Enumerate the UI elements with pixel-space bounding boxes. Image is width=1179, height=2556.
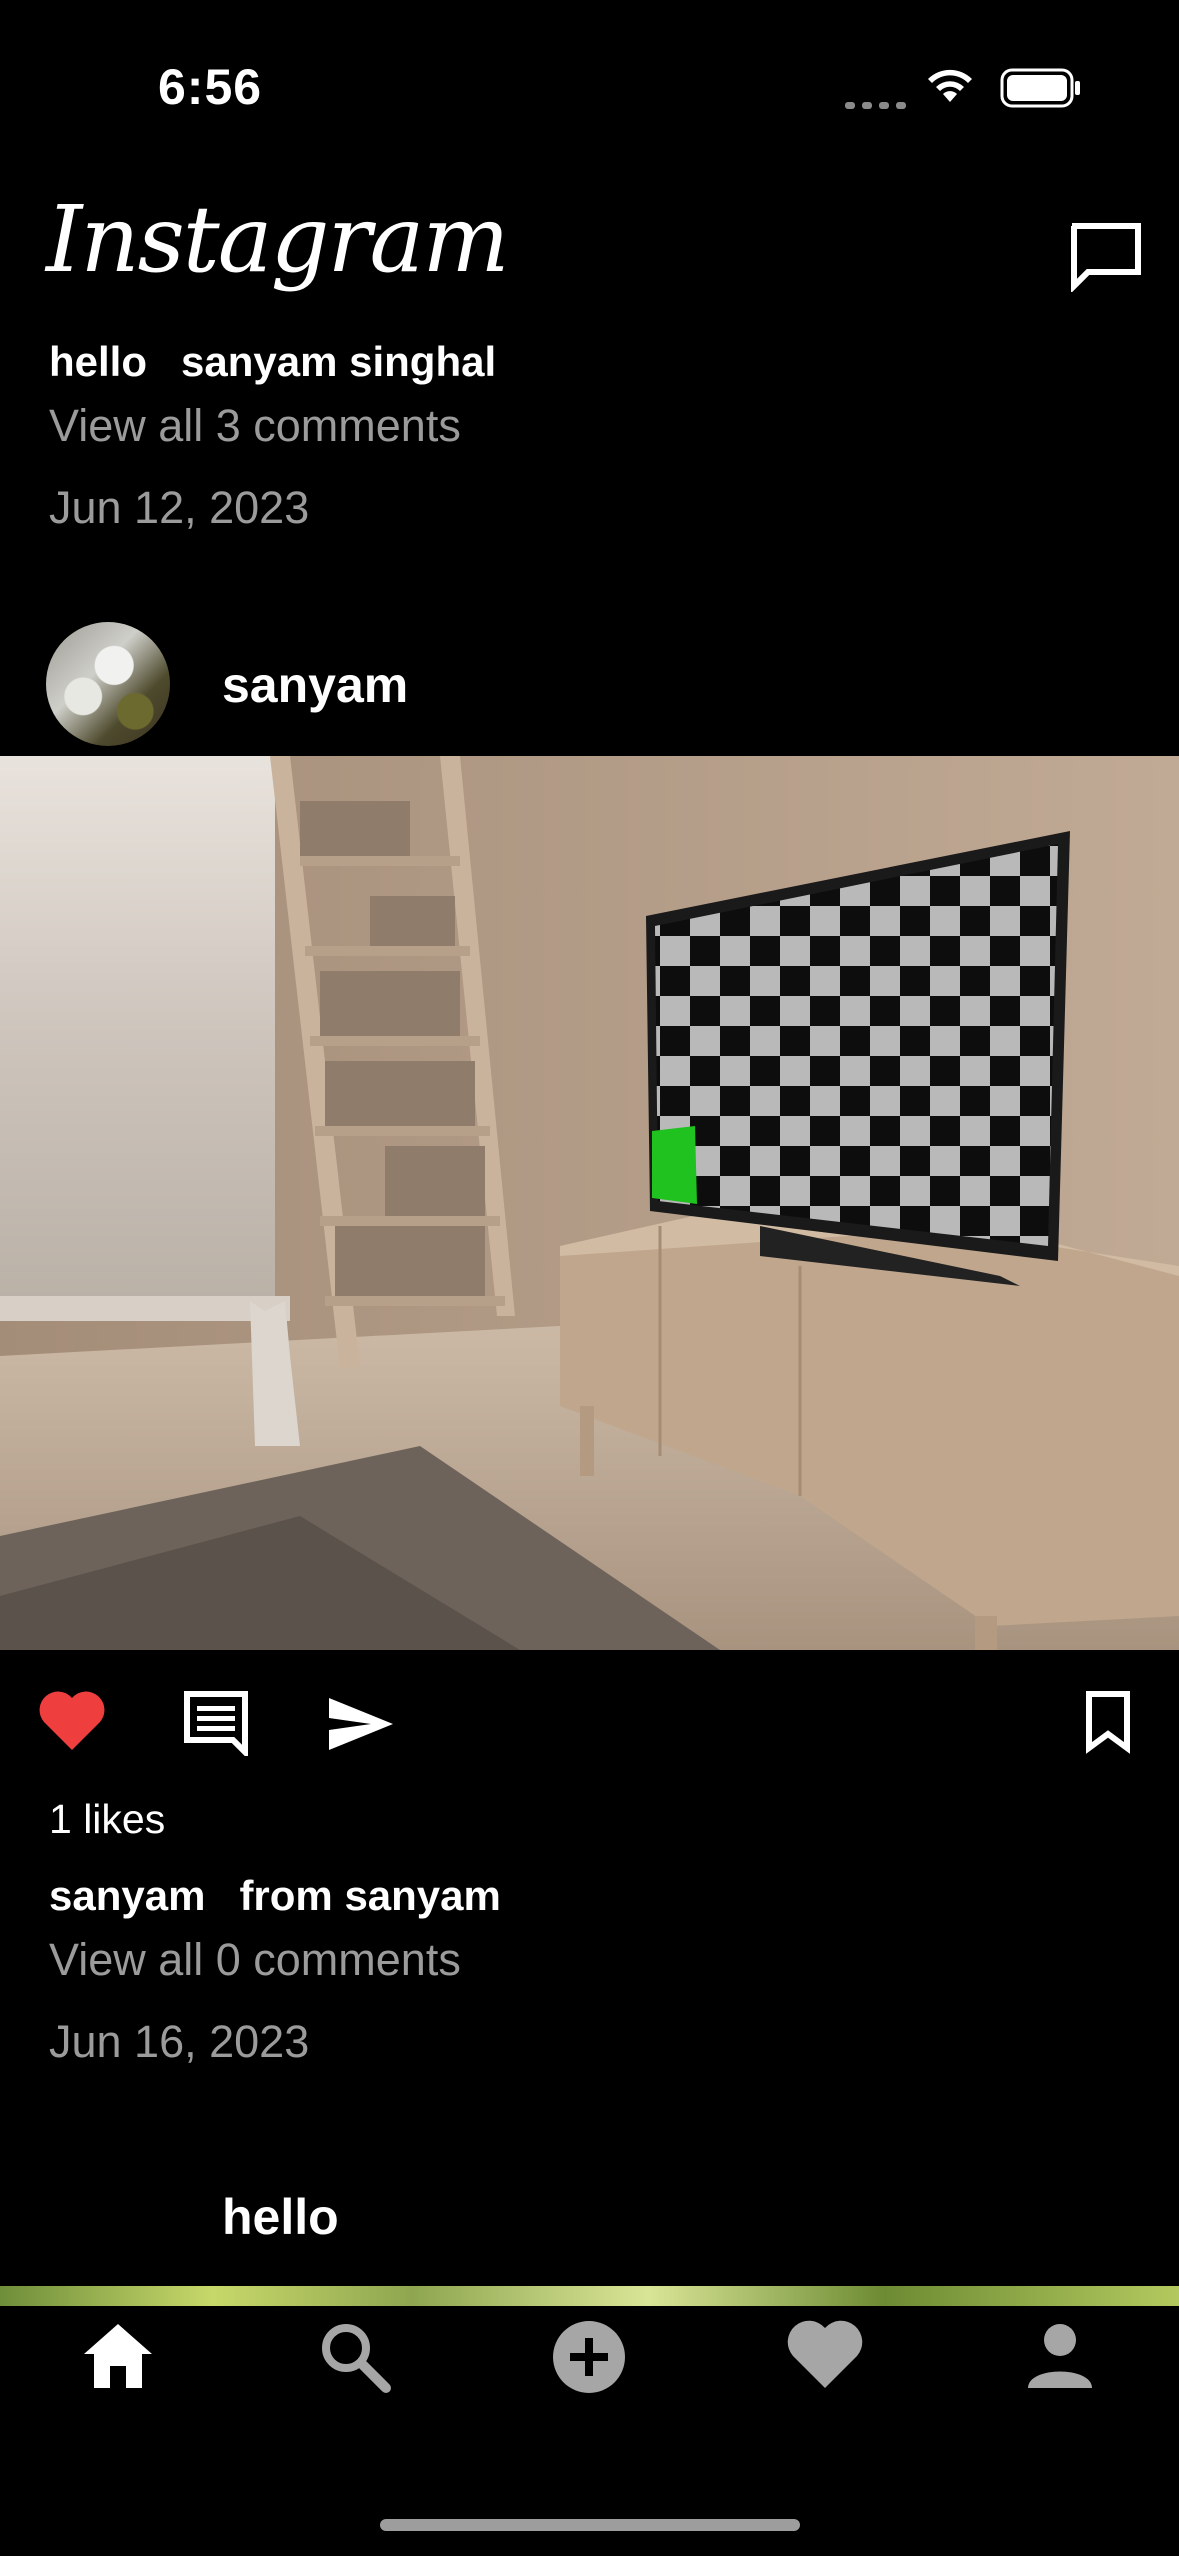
view-comments-link[interactable]: View all 3 comments [49, 400, 461, 452]
send-icon[interactable] [327, 1696, 395, 1757]
post-caption: sanyam from sanyam [49, 1872, 501, 1920]
home-icon[interactable] [80, 2318, 156, 2399]
status-time: 6:56 [158, 59, 263, 115]
comment-icon[interactable] [183, 1690, 249, 1761]
view-comments-link[interactable]: View all 0 comments [49, 1934, 461, 1986]
likes-count[interactable]: 1 likes [49, 1796, 165, 1843]
battery-icon [1000, 68, 1082, 113]
post-date: Jun 16, 2023 [49, 2016, 310, 2067]
heart-icon[interactable] [786, 2318, 864, 2397]
add-circle-icon[interactable] [550, 2318, 628, 2401]
wifi-icon [925, 66, 975, 109]
instagram-logo: Instagram [46, 186, 510, 293]
caption-username[interactable]: hello [49, 338, 147, 385]
post-username[interactable]: sanyam [222, 656, 408, 714]
message-square-icon[interactable] [1068, 222, 1142, 297]
post-caption: hello sanyam singhal [49, 338, 496, 386]
post-username[interactable]: hello [222, 2188, 339, 2246]
caption-text: sanyam singhal [181, 338, 497, 385]
like-heart-icon[interactable] [38, 1690, 106, 1757]
home-indicator [380, 2519, 800, 2531]
cellular-signal-icon [845, 96, 913, 114]
post-image[interactable] [0, 2286, 1179, 2306]
caption-text: from sanyam [239, 1872, 501, 1919]
search-icon[interactable] [316, 2318, 392, 2399]
bookmark-icon[interactable] [1084, 1690, 1132, 1759]
avatar[interactable] [46, 622, 170, 746]
post-image[interactable] [0, 756, 1179, 1650]
profile-icon[interactable] [1022, 2318, 1098, 2399]
post-date: Jun 12, 2023 [49, 482, 310, 533]
caption-username[interactable]: sanyam [49, 1872, 205, 1919]
